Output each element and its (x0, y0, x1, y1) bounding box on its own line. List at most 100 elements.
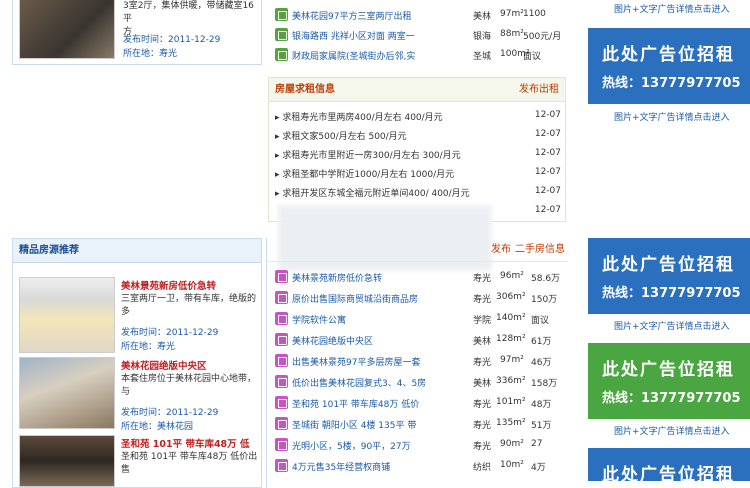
post-sale-link[interactable]: 发布 (491, 238, 511, 262)
listing-thumbnail[interactable] (19, 0, 115, 59)
table-row[interactable]: 出售美林景苑97平多层房屋一套 寿光 97m² 46万 (268, 351, 566, 371)
row-area: 寿光 (473, 274, 492, 284)
wanted-text[interactable]: 求租寿光市里附近一房300/月左右 300/月元 (282, 151, 460, 161)
row-size: 336m² (496, 376, 526, 386)
ad-banner[interactable]: 此处广告位招租 热线：13777977705 (588, 238, 750, 314)
table-row[interactable]: 圣和苑 101平 带车库48万 低价 寿光 101m² 48万 (268, 393, 566, 413)
row-title[interactable]: 美林花园97平方三室两厅出租 (292, 9, 411, 22)
house-icon (275, 459, 288, 472)
table-row[interactable]: 低价出售美林花园复式3、4、5房 美林 336m² 158万 (268, 372, 566, 392)
featured-item-title[interactable]: 美林花园绝版中央区 (121, 358, 207, 372)
featured-item-desc: 圣和苑 101平 带车库48万 低价出售 (121, 451, 261, 477)
wanted-text[interactable]: 求租开发区东城全福元附近单间400/ 400/月元 (282, 189, 469, 199)
row-title[interactable]: 美林花园绝版中央区 (292, 334, 373, 347)
table-row[interactable]: 美林花园绝版中央区 美林 128m² 61万 (268, 330, 566, 350)
house-icon (275, 8, 288, 21)
wanted-title: 房屋求租信息 (275, 84, 335, 95)
post-rent-link[interactable]: 发布出租 (519, 78, 559, 102)
table-row[interactable]: 原价出售国际商贸城沿街商品房 寿光 306m² 150万 (268, 288, 566, 308)
featured-item-location: 所在地：寿光 (121, 342, 176, 352)
wanted-item[interactable]: ▸ 求租圣都中学附近1000/月左右 1000/月元 12-07 (275, 167, 561, 186)
wanted-text[interactable]: 求租文家500/月左右 500/月元 (282, 132, 406, 142)
row-area: 寿光 (473, 295, 492, 305)
wanted-item[interactable]: ▸ 求租寿光市里两房400/月左右 400/月元 12-07 (275, 110, 561, 129)
row-title[interactable]: 银海路西 兆祥小区对面 两室一 (292, 29, 415, 42)
listing-thumbnail[interactable] (19, 435, 115, 487)
wanted-item[interactable]: ▸ 求租寿光市里附近一房300/月左右 300/月元 12-07 (275, 148, 561, 167)
row-price: 158万 (531, 379, 558, 389)
row-title[interactable]: 圣城街 朝阳小区 4楼 135平 带 (292, 418, 416, 431)
row-area: 美林 (473, 379, 492, 389)
sale-header: 发布 二手房信息 (267, 238, 567, 262)
ad-banner[interactable]: 此处广告位招租 热线：13777977705 (588, 28, 750, 104)
row-title[interactable]: 财政局家属院(圣城街办后邻,实 (292, 49, 415, 62)
house-icon (275, 375, 288, 388)
ad-detail-link[interactable]: 图片+文字广告详情点击进入 (588, 319, 750, 333)
listing-time: 发布时间：2011-12-29 (123, 35, 221, 45)
row-size: 101m² (496, 397, 526, 407)
house-icon (275, 48, 288, 61)
desc-line: 3室2厅，集体供暖，带储藏室16平 (123, 1, 254, 24)
row-area: 寿光 (473, 421, 492, 431)
listing-thumbnail[interactable] (19, 277, 115, 353)
row-price: 4万 (531, 463, 546, 473)
row-size: 135m² (496, 418, 526, 428)
wanted-item[interactable]: ▸ 求租开发区东城全福元附近单间400/ 400/月元 12-07 (275, 186, 561, 205)
row-price: 61万 (531, 337, 552, 347)
ad-detail-link[interactable]: 图片+文字广告详情点击进入 (588, 2, 750, 16)
wanted-date: 12-07 (534, 148, 561, 158)
table-row[interactable]: 光明小区，5楼，90平，27万 寿光 90m² 27 (268, 435, 566, 455)
house-icon (275, 396, 288, 409)
wanted-text[interactable]: 求租寿光市里两房400/月左右 400/月元 (282, 113, 442, 123)
house-icon (275, 354, 288, 367)
featured-item-title[interactable]: 美林景苑新房低价急转 (121, 278, 216, 292)
table-row[interactable]: 圣城街 朝阳小区 4楼 135平 带 寿光 135m² 51万 (268, 414, 566, 434)
row-title[interactable]: 4万元售35年经营权商铺 (292, 460, 390, 473)
ad-banner[interactable]: 此处广告位招租 热线：13777977705 (588, 343, 750, 419)
row-title[interactable]: 学院软件公寓 (292, 313, 346, 326)
featured-item-title[interactable]: 圣和苑 101平 带车库48万 低 (121, 436, 249, 450)
desc-line: 圣和苑 101平 带车库48万 低价出售 (121, 452, 258, 475)
featured-header: 精品房源推荐 (13, 239, 261, 263)
row-price: 51万 (531, 421, 552, 431)
row-price: 58.6万 (531, 274, 561, 284)
desc-line: 本套住房位于美林花园中心地带， (121, 374, 257, 384)
ad-detail-link[interactable]: 图片+文字广告详情点击进入 (588, 110, 750, 124)
row-title[interactable]: 原价出售国际商贸城沿街商品房 (292, 292, 418, 305)
row-title[interactable]: 光明小区，5楼，90平，27万 (292, 439, 411, 452)
wanted-date: 12-07 (534, 167, 561, 177)
table-row[interactable]: 美林花园97平方三室两厅出租 美林 97m² 1100 (268, 5, 566, 25)
house-icon (275, 291, 288, 304)
table-row[interactable]: 美林景苑新房低价急转 寿光 96m² 58.6万 (268, 267, 566, 287)
row-size: 306m² (496, 292, 526, 302)
row-price: 面议 (523, 52, 542, 62)
house-icon (275, 270, 288, 283)
row-area: 学院 (473, 316, 492, 326)
featured-item-location: 所在地：美林花园 (121, 422, 194, 432)
row-size: 96m² (500, 271, 524, 281)
table-row[interactable]: 4万元售35年经营权商铺 纺织 10m² 4万 (268, 456, 566, 476)
top-rent-list: 美林花园97平方三室两厅出租 美林 97m² 1100 银海路西 兆祥小区对面 … (268, 0, 566, 66)
row-price: 1100 (523, 9, 546, 19)
wanted-item[interactable]: ▸ 求租文家500/月左右 500/月元 12-07 (275, 129, 561, 148)
featured-item-desc: 本套住房位于美林花园中心地带， 与 (121, 373, 261, 399)
ad-hotline: 热线：13777977705 (602, 391, 741, 406)
listing-thumbnail[interactable] (19, 357, 115, 429)
row-title[interactable]: 美林景苑新房低价急转 (292, 271, 382, 284)
desc-line: 三室两厅一卫，带有车库，绝版的 (121, 294, 257, 304)
row-title[interactable]: 低价出售美林花园复式3、4、5房 (292, 376, 426, 389)
table-row[interactable]: 银海路西 兆祥小区对面 两室一 银海 88m² 500元/月 (268, 25, 566, 45)
table-row[interactable]: 学院软件公寓 学院 140m² 面议 (268, 309, 566, 329)
table-row[interactable]: 财政局家属院(圣城街办后邻,实 圣城 100m² 面议 (268, 45, 566, 65)
row-title[interactable]: 出售美林景苑97平多层房屋一套 (292, 355, 420, 368)
row-price: 面议 (531, 316, 550, 326)
row-area: 圣城 (473, 52, 492, 62)
ad-detail-link[interactable]: 图片+文字广告详情点击进入 (588, 424, 750, 438)
row-price: 500元/月 (523, 32, 562, 42)
sale-title[interactable]: 二手房信息 (515, 238, 565, 262)
wanted-date: 12-07 (534, 110, 561, 120)
row-title[interactable]: 圣和苑 101平 带车库48万 低价 (292, 397, 419, 410)
wanted-text[interactable]: 求租圣都中学附近1000/月左右 1000/月元 (282, 170, 454, 180)
ad-banner[interactable]: 此处广告位招租 (588, 448, 750, 485)
featured-item-time: 发布时间：2011-12-29 (121, 328, 219, 338)
